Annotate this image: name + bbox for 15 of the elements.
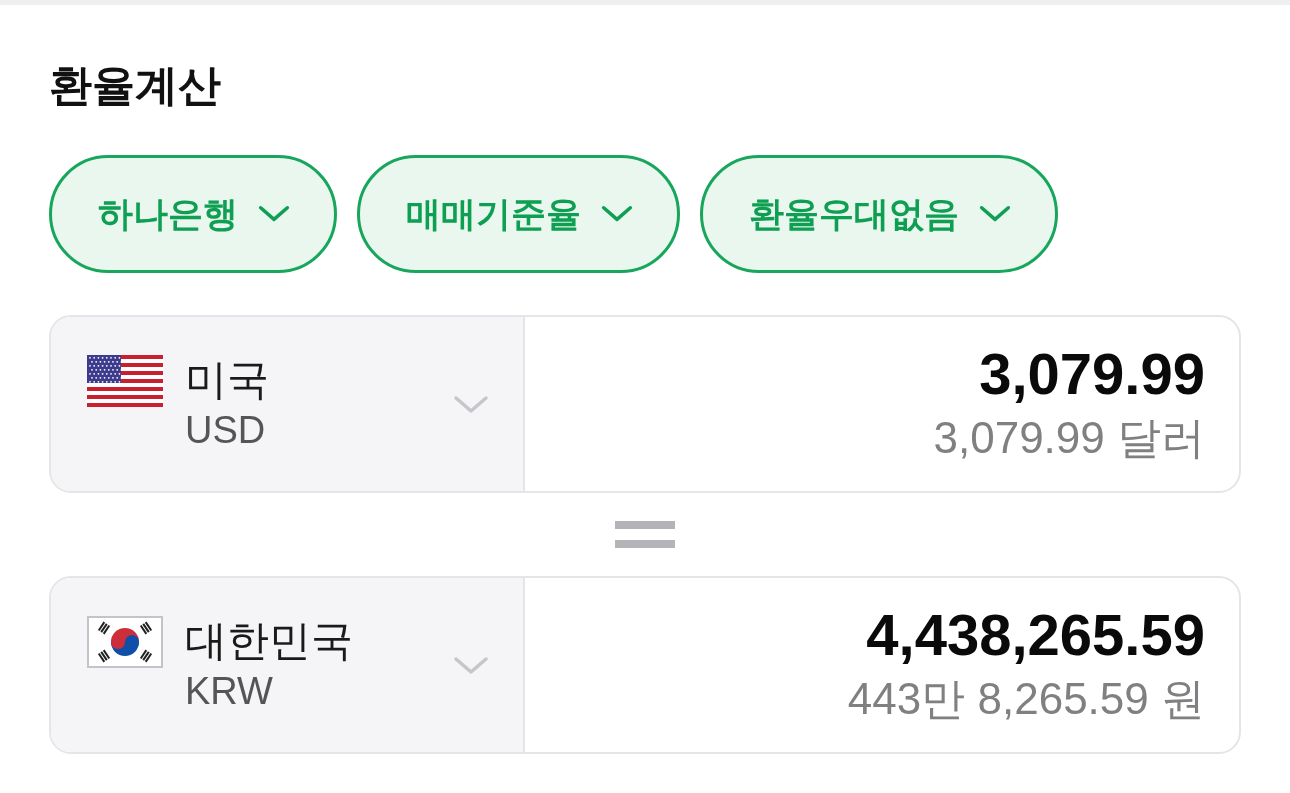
united-states-flag-icon xyxy=(87,355,163,407)
equals-icon xyxy=(615,521,675,548)
south-korea-flag-icon xyxy=(87,616,163,668)
amount-in-words: 3,079.99 달러 xyxy=(933,412,1205,464)
amount-input[interactable]: 3,079.99 xyxy=(979,338,1205,410)
chevron-down-icon xyxy=(601,205,633,223)
chevron-down-icon xyxy=(979,205,1011,223)
currency-selector[interactable]: 미국 USD xyxy=(51,317,525,491)
chevron-down-icon xyxy=(453,656,489,676)
chevron-down-icon xyxy=(258,205,290,223)
chevron-down-icon xyxy=(453,395,489,415)
amount-input[interactable]: 4,438,265.59 xyxy=(866,599,1205,671)
amount-in-words: 443만 8,265.59 원 xyxy=(847,673,1205,725)
page-title: 환율계산 xyxy=(49,60,221,111)
currency-selector[interactable]: 대한민국 KRW xyxy=(51,578,525,752)
